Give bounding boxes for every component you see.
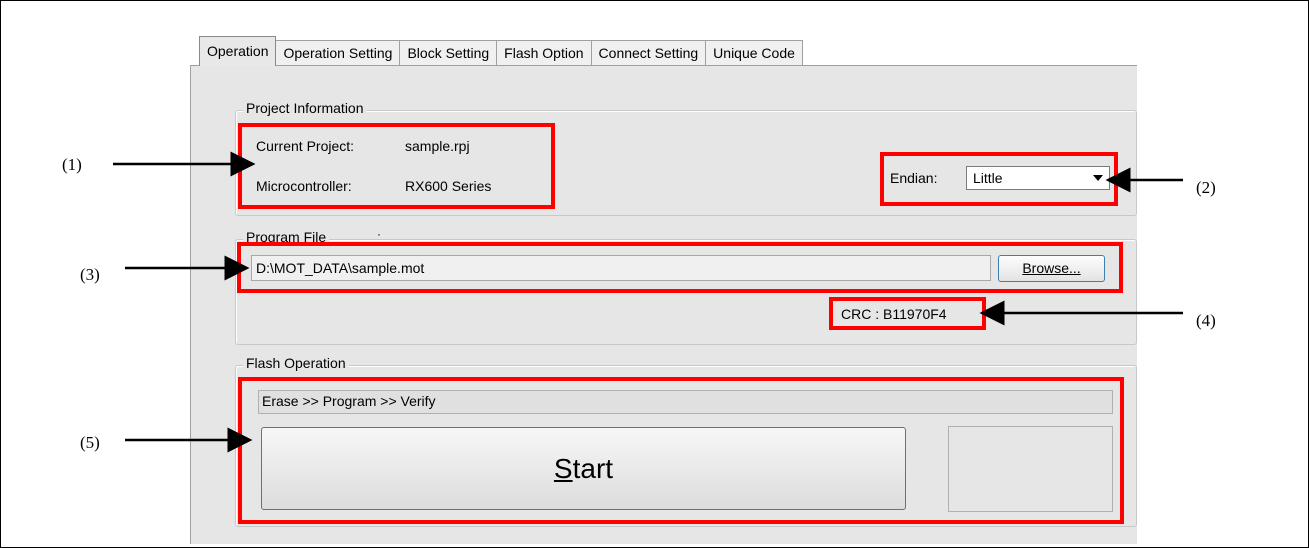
callout-arrows: [113, 151, 1183, 453]
tab-operation[interactable]: Operation: [199, 36, 277, 66]
